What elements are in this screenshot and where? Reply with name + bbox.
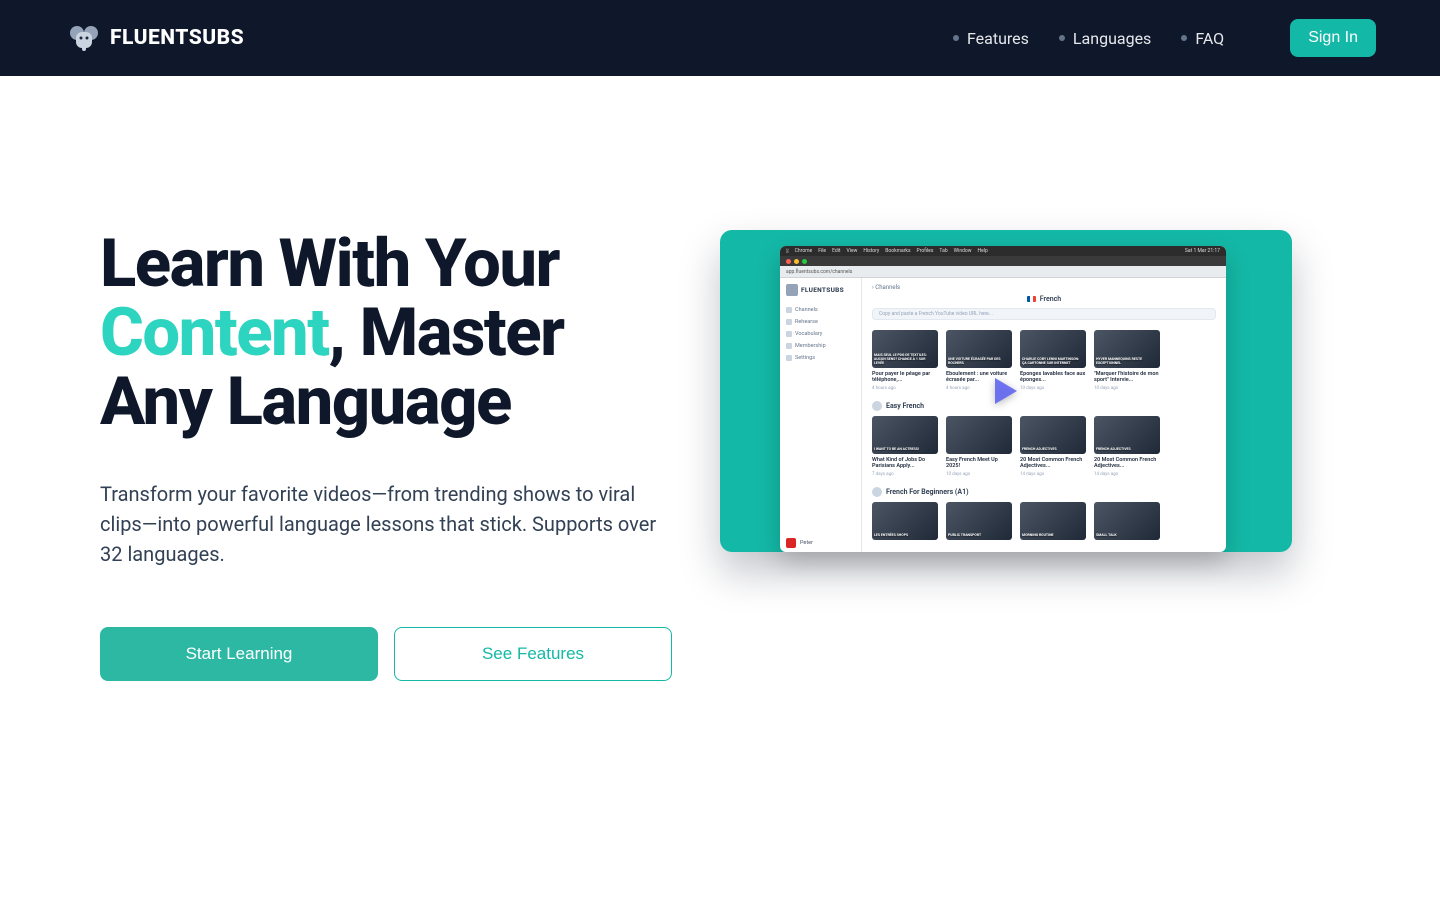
- sidebar-item-membership: Membership: [786, 340, 855, 352]
- sidebar-item-settings: Settings: [786, 352, 855, 364]
- site-header: FLUENTSUBS Features Languages FAQ Sign I…: [0, 0, 1440, 76]
- apple-icon: : [786, 248, 789, 255]
- video-meta: 10 days ago: [946, 472, 1012, 477]
- video-thumbnail: CHARLIE COBY LENNI MARTINSON: ÇA CARTONN…: [1020, 330, 1086, 368]
- channel-heading-easy-french: Easy French: [872, 401, 1216, 411]
- hero-media:  Chrome File Edit View History Bookmark…: [720, 230, 1340, 681]
- video-card: MAIS SEUL LE PDG DE TEXTILES: AUCUN SENS…: [872, 330, 938, 391]
- video-card: CHARLIE COBY LENNI MARTINSON: ÇA CARTONN…: [1020, 330, 1086, 391]
- window-controls: [786, 259, 807, 264]
- hero-copy: Learn With Your Content, Master Any Lang…: [100, 230, 680, 681]
- cta-row: Start Learning See Features: [100, 627, 680, 681]
- video-title: 20 Most Common French Adjectives...: [1020, 457, 1086, 470]
- channel-avatar: [872, 487, 882, 497]
- elephant-icon: [66, 20, 102, 56]
- video-card: SMALL TALK: [1094, 502, 1160, 540]
- video-meta: 10 days ago: [1094, 386, 1160, 391]
- bullet-icon: [1181, 35, 1187, 41]
- repeat-icon: [786, 319, 792, 325]
- video-card: PUBLIC TRANSPORT: [946, 502, 1012, 540]
- video-card: Easy French Meet Up 2025! 10 days ago: [946, 416, 1012, 477]
- bullet-icon: [1059, 35, 1065, 41]
- video-preview-card:  Chrome File Edit View History Bookmark…: [720, 230, 1292, 552]
- brand-name: FLUENTSUBS: [110, 26, 244, 50]
- video-thumbnail: HYVER MANNEQUINS RESTE EXCEPTIONNEL: [1094, 330, 1160, 368]
- channel-heading-beginners: French For Beginners (A1): [872, 487, 1216, 497]
- video-meta: 10 days ago: [1020, 386, 1086, 391]
- browser-tabbar: [780, 256, 1226, 266]
- channel-avatar: [872, 401, 882, 411]
- nav-languages[interactable]: Languages: [1059, 29, 1151, 48]
- url-paste-input: Copy and paste a French YouTube video UR…: [872, 308, 1216, 320]
- video-title: Easy French Meet Up 2025!: [946, 457, 1012, 470]
- gear-icon: [786, 355, 792, 361]
- sidebar-user: Peter: [786, 538, 813, 548]
- video-thumbnail: PUBLIC TRANSPORT: [946, 502, 1012, 540]
- app-sidebar-logo: FLUENTSUBS: [786, 284, 855, 296]
- card-icon: [786, 343, 792, 349]
- see-features-button[interactable]: See Features: [394, 627, 672, 681]
- hero-headline: Learn With Your Content, Master Any Lang…: [100, 230, 680, 437]
- video-meta: 7 days ago: [872, 472, 938, 477]
- video-thumbnail: FRENCH ADJECTIVES: [1094, 416, 1160, 454]
- video-title: Éponges lavables face aux éponges...: [1020, 371, 1086, 384]
- app-main: › Channels French Copy and paste a Frenc…: [862, 278, 1226, 552]
- video-meta: 14 days ago: [1020, 472, 1086, 477]
- video-card: FRENCH ADJECTIVES 20 Most Common French A…: [1020, 416, 1086, 477]
- hero-section: Learn With Your Content, Master Any Lang…: [0, 76, 1440, 681]
- video-thumbnail: MAIS SEUL LE PDG DE TEXTILES: AUCUN SENS…: [872, 330, 938, 368]
- sidebar-item-vocabulary: Vocabulary: [786, 328, 855, 340]
- start-learning-button[interactable]: Start Learning: [100, 627, 378, 681]
- video-card: MORNING ROUTINE: [1020, 502, 1086, 540]
- video-cards-row: MAIS SEUL LE PDG DE TEXTILES: AUCUN SENS…: [872, 330, 1216, 391]
- grid-icon: [786, 307, 792, 313]
- video-thumbnail: [946, 416, 1012, 454]
- video-card: LES ENTRÉES SHOPS: [872, 502, 938, 540]
- video-card: HYVER MANNEQUINS RESTE EXCEPTIONNEL "Marq…: [1094, 330, 1160, 391]
- video-title: 20 Most Common French Adjectives...: [1094, 457, 1160, 470]
- video-cards-row: I WANT TO BE AN ACTRESS! What Kind of Job…: [872, 416, 1216, 477]
- mac-menubar:  Chrome File Edit View History Bookmark…: [780, 246, 1226, 256]
- bullet-icon: [953, 35, 959, 41]
- video-thumbnail: FRENCH ADJECTIVES: [1020, 416, 1086, 454]
- avatar: [786, 538, 796, 548]
- flag-france-icon: [1027, 296, 1036, 302]
- app-sidebar: FLUENTSUBS Channels Rehearse Vocabulary …: [780, 278, 862, 552]
- video-card: I WANT TO BE AN ACTRESS! What Kind of Job…: [872, 416, 938, 477]
- video-meta: 4 hours ago: [872, 386, 938, 391]
- breadcrumb: › Channels: [872, 284, 1216, 291]
- brand-logo[interactable]: FLUENTSUBS: [66, 20, 244, 56]
- top-nav: Features Languages FAQ Sign In: [953, 19, 1376, 57]
- elephant-icon: [786, 284, 798, 296]
- video-title: Pour payer le péage par téléphone,...: [872, 371, 938, 384]
- app-body: FLUENTSUBS Channels Rehearse Vocabulary …: [780, 278, 1226, 552]
- video-title: What Kind of Jobs Do Parisians Apply...: [872, 457, 938, 470]
- video-thumbnail: SMALL TALK: [1094, 502, 1160, 540]
- nav-features[interactable]: Features: [953, 29, 1029, 48]
- sidebar-item-channels: Channels: [786, 304, 855, 316]
- language-heading: French: [872, 295, 1216, 303]
- video-meta: 14 days ago: [1094, 472, 1160, 477]
- video-thumbnail: UNE VOITURE ÉCRASÉE PAR DES ROCHERS: [946, 330, 1012, 368]
- signin-button[interactable]: Sign In: [1290, 19, 1376, 57]
- book-icon: [786, 331, 792, 337]
- play-icon[interactable]: [995, 378, 1017, 404]
- video-card: FRENCH ADJECTIVES 20 Most Common French A…: [1094, 416, 1160, 477]
- sidebar-item-rehearse: Rehearse: [786, 316, 855, 328]
- video-thumbnail: MORNING ROUTINE: [1020, 502, 1086, 540]
- video-thumbnail: LES ENTRÉES SHOPS: [872, 502, 938, 540]
- browser-urlbar: app.fluentsubs.com/channels: [780, 266, 1226, 278]
- video-cards-row: LES ENTRÉES SHOPSPUBLIC TRANSPORTMORNING…: [872, 502, 1216, 540]
- hero-subtitle: Transform your favorite videos—from tren…: [100, 479, 660, 569]
- video-thumbnail: I WANT TO BE AN ACTRESS!: [872, 416, 938, 454]
- nav-faq[interactable]: FAQ: [1181, 29, 1224, 48]
- video-title: "Marquer l'histoire de mon sport" Interv…: [1094, 371, 1160, 384]
